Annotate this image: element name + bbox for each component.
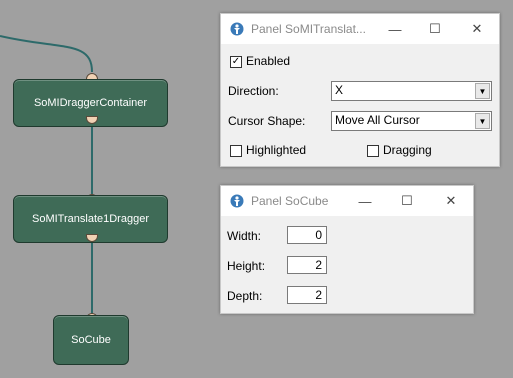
maximize-button[interactable]: ☐ — [387, 186, 427, 216]
highlighted-checkbox[interactable] — [230, 145, 242, 157]
width-label: Width: — [227, 229, 262, 243]
close-icon: ✕ — [445, 193, 457, 208]
minimize-button[interactable]: — — [375, 14, 415, 44]
panel-somitranslate: Panel SoMITranslat... — ☐ ✕ ✓ Enabled Di… — [220, 13, 500, 167]
wire-incoming — [0, 35, 93, 73]
maximize-button[interactable]: ☐ — [415, 14, 455, 44]
panel-socube: Panel SoCube — ☐ ✕ Width: 0 Height: 2 De… — [220, 185, 474, 314]
depth-field[interactable]: 2 — [287, 286, 327, 304]
height-label: Height: — [227, 259, 266, 273]
minimize-button[interactable]: — — [345, 186, 385, 216]
cursor-shape-select[interactable]: Move All Cursor ▼ — [331, 111, 492, 131]
minimize-icon: — — [358, 193, 372, 209]
height-field[interactable]: 2 — [287, 256, 327, 274]
dragging-label: Dragging — [383, 143, 432, 157]
direction-select[interactable]: X ▼ — [331, 81, 492, 101]
node-label: SoCube — [71, 334, 111, 346]
close-button[interactable]: ✕ — [431, 186, 471, 216]
cursor-shape-label: Cursor Shape: — [228, 114, 306, 128]
node-label: SoMIDraggerContainer — [33, 97, 148, 109]
chevron-down-icon[interactable]: ▼ — [475, 83, 490, 99]
direction-value: X — [335, 83, 344, 97]
node-socube[interactable]: SoCube — [53, 315, 129, 365]
dragging-checkbox[interactable] — [367, 145, 379, 157]
minimize-icon: — — [388, 21, 402, 37]
cursor-shape-value: Move All Cursor — [335, 113, 420, 127]
maximize-icon: ☐ — [429, 21, 441, 36]
panel-titlebar[interactable]: Panel SoCube — ☐ ✕ — [221, 186, 473, 216]
close-button[interactable]: ✕ — [457, 14, 497, 44]
width-field[interactable]: 0 — [287, 226, 327, 244]
app-logo-icon — [230, 194, 244, 208]
node-label: SoMITranslate1Dragger — [32, 213, 149, 225]
panel-title: Panel SoCube — [251, 194, 329, 208]
panel-title: Panel SoMITranslat... — [251, 22, 366, 36]
enabled-label: Enabled — [246, 54, 291, 68]
panel-titlebar[interactable]: Panel SoMITranslat... — ☐ ✕ — [221, 14, 499, 44]
highlighted-label: Highlighted — [246, 143, 307, 157]
chevron-down-icon[interactable]: ▼ — [475, 113, 490, 129]
depth-label: Depth: — [227, 289, 263, 303]
maximize-icon: ☐ — [401, 193, 413, 208]
enabled-checkbox[interactable]: ✓ — [230, 56, 242, 68]
direction-label: Direction: — [228, 84, 279, 98]
app-logo-icon — [230, 22, 244, 36]
close-icon: ✕ — [471, 21, 483, 36]
